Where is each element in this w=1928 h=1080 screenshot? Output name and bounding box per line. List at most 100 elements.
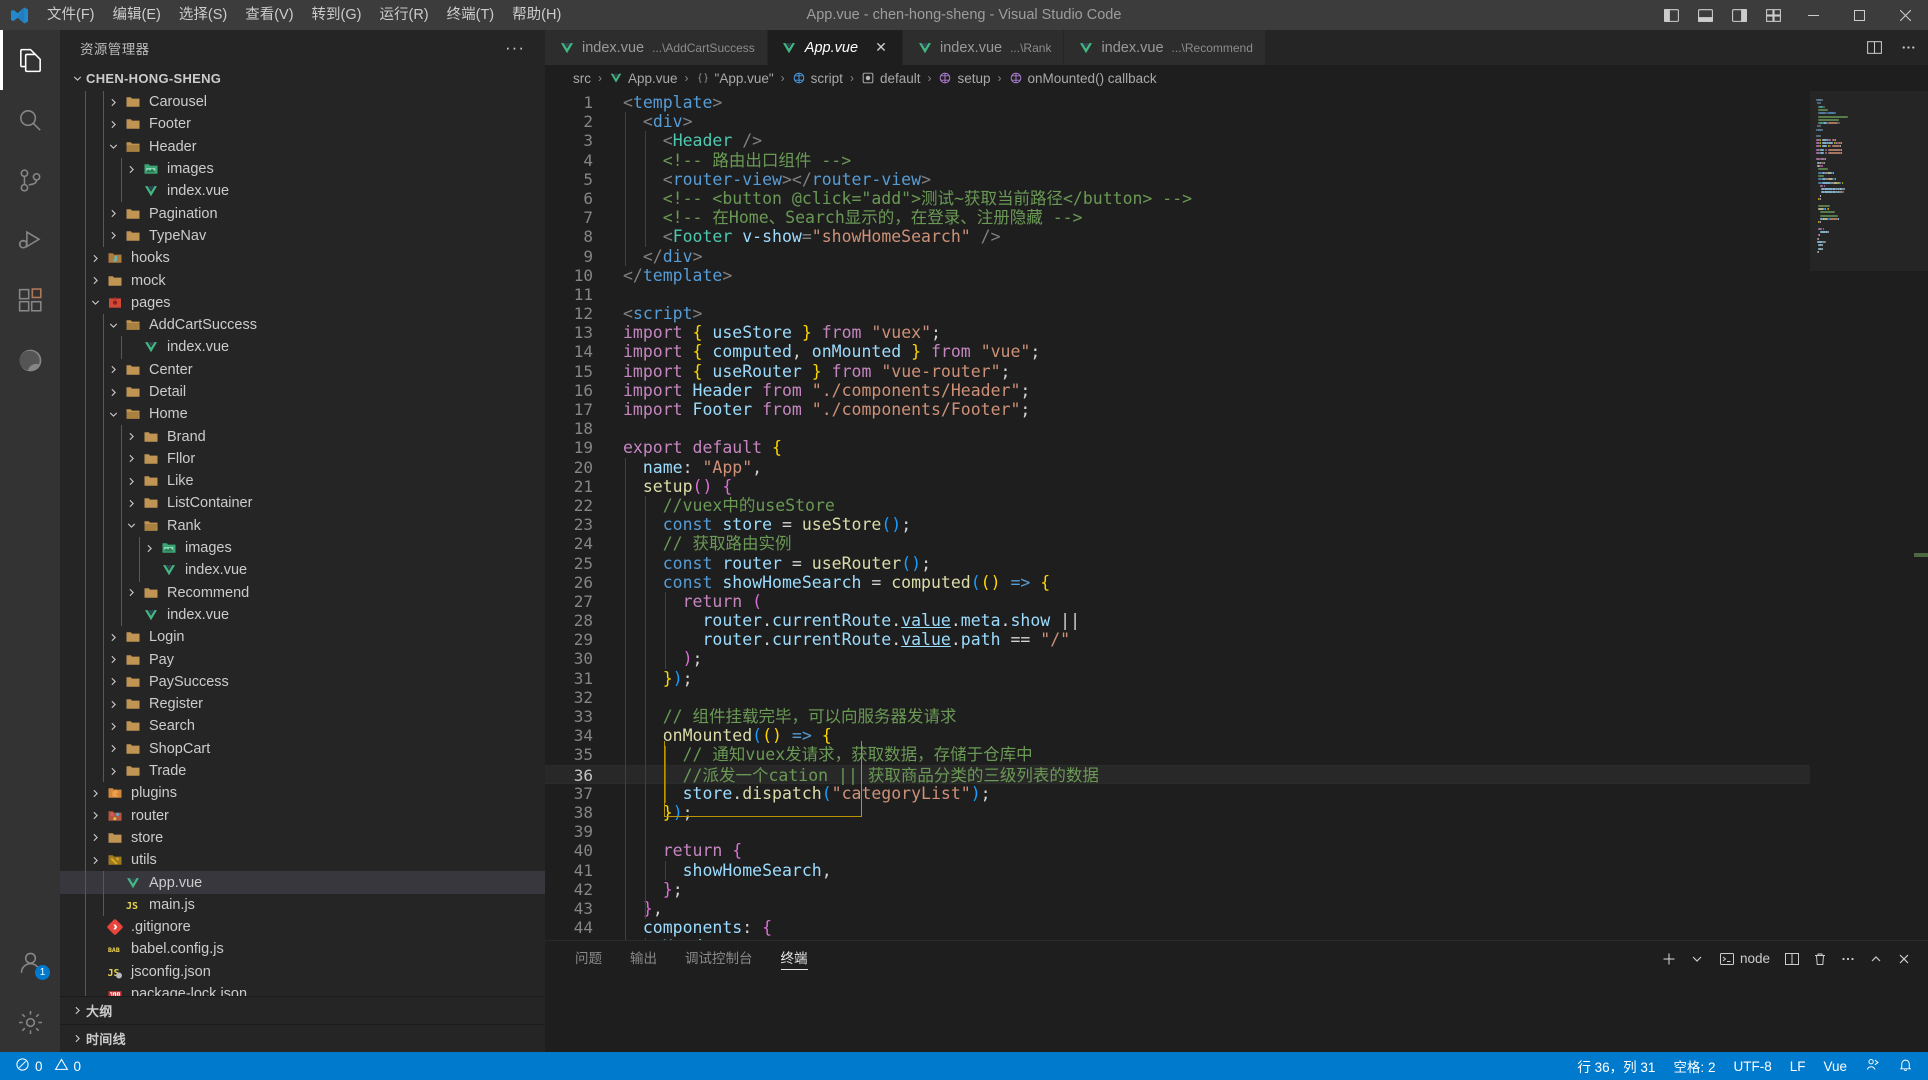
panel-tab-2[interactable]: 调试控制台 <box>675 941 763 976</box>
chevron-down-icon[interactable] <box>104 140 122 153</box>
maximize-button[interactable] <box>1836 0 1882 30</box>
customize-layout-icon[interactable] <box>1756 0 1790 30</box>
toggle-secondary-sidebar-icon[interactable] <box>1722 0 1756 30</box>
tree-item-like[interactable]: Like <box>60 470 545 493</box>
menu-item-4[interactable]: 转到(G) <box>303 0 371 30</box>
panel-tab-1[interactable]: 输出 <box>620 941 667 976</box>
tree-item-pages[interactable]: pages <box>60 291 545 314</box>
chevron-right-icon[interactable] <box>86 252 104 265</box>
menu-item-6[interactable]: 终端(T) <box>438 0 504 30</box>
code-line[interactable]: 39 <box>545 822 1810 841</box>
code-line[interactable]: 40 return { <box>545 841 1810 860</box>
activity-search[interactable] <box>0 90 60 150</box>
activity-explorer[interactable] <box>0 30 60 90</box>
code-line[interactable]: 6 <!-- <button @click="add">测试~获取当前路径</b… <box>545 189 1810 208</box>
breadcrumb[interactable]: src › App.vue › "App.vue" › script › default › set… <box>545 65 1928 91</box>
code-line[interactable]: 7 <!-- 在Home、Search显示的，在登录、注册隐藏 --> <box>545 208 1810 227</box>
code-line[interactable]: 25 const router = useRouter(); <box>545 554 1810 573</box>
chevron-right-icon[interactable] <box>104 207 122 220</box>
editor-tab-3[interactable]: index.vue ...\Recommend <box>1064 30 1266 65</box>
code-line[interactable]: 21 setup() { <box>545 477 1810 496</box>
outline-section-header[interactable]: 大纲 <box>60 996 545 1024</box>
activity-remote-explorer[interactable] <box>0 330 60 390</box>
code-line[interactable]: 20 name: "App", <box>545 458 1810 477</box>
chevron-right-icon[interactable] <box>104 742 122 755</box>
code-line[interactable]: 15 import { useRouter } from "vue-router"… <box>545 362 1810 381</box>
code-line[interactable]: 34 onMounted(() => { <box>545 726 1810 745</box>
tree-item-login[interactable]: Login <box>60 626 545 649</box>
editor-scrollbar[interactable] <box>1914 91 1928 940</box>
panel-more-actions-button[interactable] <box>1836 947 1860 971</box>
sidebar-more-icon[interactable]: ··· <box>505 39 525 56</box>
tree-item-index-vue[interactable]: index.vue <box>60 336 545 359</box>
code-line[interactable]: 37 store.dispatch("categoryList"); <box>545 784 1810 803</box>
tree-item-center[interactable]: Center <box>60 358 545 381</box>
code-line[interactable]: 1 <template> <box>545 93 1810 112</box>
breadcrumb-item-2[interactable]: "App.vue" <box>694 71 776 86</box>
timeline-section-header[interactable]: 时间线 <box>60 1024 545 1052</box>
editor-tab-1[interactable]: App.vue ✕ <box>767 30 904 65</box>
breadcrumb-item-3[interactable]: script <box>790 71 845 86</box>
activity-settings[interactable] <box>0 992 60 1052</box>
menu-item-0[interactable]: 文件(F) <box>38 0 104 30</box>
code-line[interactable]: 24 // 获取路由实例 <box>545 534 1810 553</box>
menu-item-1[interactable]: 编辑(E) <box>104 0 170 30</box>
toggle-primary-sidebar-icon[interactable] <box>1654 0 1688 30</box>
code-line[interactable]: 41 showHomeSearch, <box>545 861 1810 880</box>
code-line[interactable]: 31 }); <box>545 669 1810 688</box>
code-line[interactable]: 45 Header, <box>545 937 1810 940</box>
tree-item-pay[interactable]: Pay <box>60 648 545 671</box>
menu-item-7[interactable]: 帮助(H) <box>503 0 570 30</box>
code-line[interactable]: 28 router.currentRoute.value.meta.show |… <box>545 611 1810 630</box>
tree-item-utils[interactable]: utils <box>60 849 545 872</box>
code-line[interactable]: 16 import Header from "./components/Heade… <box>545 381 1810 400</box>
chevron-right-icon[interactable] <box>86 787 104 800</box>
tree-item-babel-config-js[interactable]: BAB babel.config.js <box>60 938 545 961</box>
code-line[interactable]: 30 ); <box>545 649 1810 668</box>
tree-item-index-vue[interactable]: index.vue <box>60 603 545 627</box>
close-icon[interactable]: ✕ <box>872 39 890 57</box>
toggle-panel-icon[interactable] <box>1688 0 1722 30</box>
status-notifications[interactable] <box>1889 1052 1922 1080</box>
status-encoding[interactable]: UTF-8 <box>1724 1052 1780 1080</box>
editor-more-actions-icon[interactable] <box>1896 36 1920 60</box>
terminal-dropdown-button[interactable] <box>1685 947 1709 971</box>
code-content[interactable]: 1 <template> 2 <div> 3 <Header /> 4 <!-- 路由出… <box>545 91 1810 940</box>
tree-item-main-js[interactable]: JS main.js <box>60 893 545 916</box>
kill-terminal-button[interactable] <box>1808 947 1832 971</box>
panel-tab-3[interactable]: 终端 <box>771 941 818 976</box>
tree-item-package-lock-json[interactable]: package-lock.json <box>60 982 545 996</box>
tree-item-carousel[interactable]: Carousel <box>60 91 545 114</box>
code-line[interactable]: 43 }, <box>545 899 1810 918</box>
close-button[interactable] <box>1882 0 1928 30</box>
tree-item-rank[interactable]: Rank <box>60 514 545 537</box>
tree-item-index-vue[interactable]: index.vue <box>60 180 545 203</box>
code-line[interactable]: 35 // 通知vuex发请求，获取数据，存储于仓库中 <box>545 745 1810 764</box>
breadcrumb-item-6[interactable]: onMounted() callback <box>1007 71 1159 86</box>
tree-item-addcartsuccess[interactable]: AddCartSuccess <box>60 313 545 337</box>
tree-item-app-vue[interactable]: App.vue <box>60 871 545 894</box>
code-line[interactable]: 27 return ( <box>545 592 1810 611</box>
tree-item-jsconfig-json[interactable]: JS jsconfig.json <box>60 960 545 983</box>
tree-item-detail[interactable]: Detail <box>60 380 545 404</box>
code-line[interactable]: 22 //vuex中的useStore <box>545 496 1810 515</box>
tree-item-mock[interactable]: mock <box>60 269 545 292</box>
file-tree[interactable]: Carousel Footer Header images index.vue Pagin… <box>60 91 545 996</box>
chevron-right-icon[interactable] <box>86 854 104 867</box>
chevron-right-icon[interactable] <box>104 720 122 733</box>
split-editor-icon[interactable] <box>1862 36 1886 60</box>
tree-item-listcontainer[interactable]: ListContainer <box>60 492 545 515</box>
workspace-folder-header[interactable]: CHEN-HONG-SHENG <box>60 65 545 91</box>
tree-item-index-vue[interactable]: index.vue <box>60 559 545 582</box>
code-line[interactable]: 3 <Header /> <box>545 131 1810 150</box>
chevron-right-icon[interactable] <box>104 631 122 644</box>
chevron-right-icon[interactable] <box>104 363 122 376</box>
tree-item-images[interactable]: images <box>60 157 545 181</box>
chevron-right-icon[interactable] <box>122 430 140 443</box>
chevron-right-icon[interactable] <box>104 96 122 109</box>
chevron-right-icon[interactable] <box>104 765 122 778</box>
minimize-button[interactable] <box>1790 0 1836 30</box>
tree-item-footer[interactable]: Footer <box>60 113 545 136</box>
chevron-right-icon[interactable] <box>86 274 104 287</box>
tree-item-search[interactable]: Search <box>60 715 545 738</box>
